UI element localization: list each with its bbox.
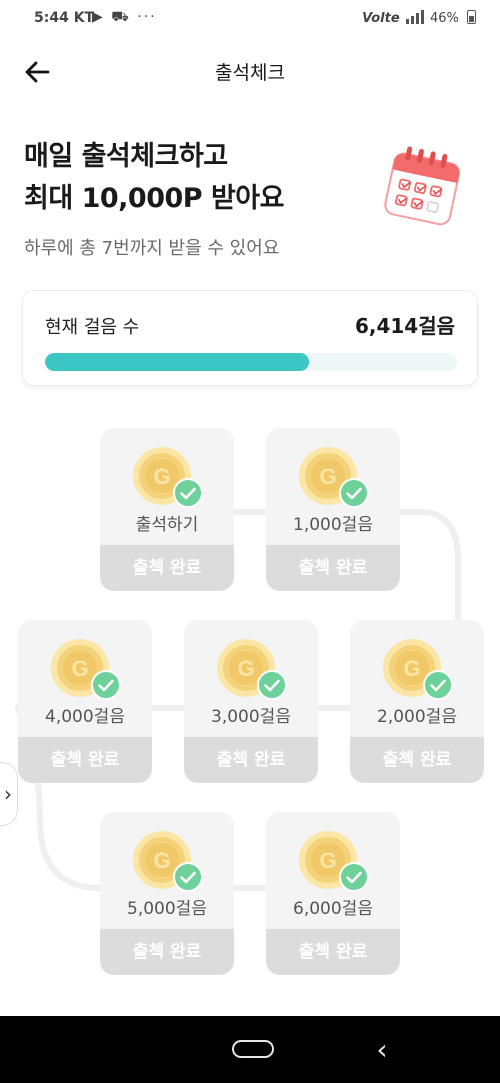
calendar-icon xyxy=(384,146,461,226)
attendance-node: G 6,000걸음 출첵 완료 xyxy=(266,812,400,975)
status-bar: 5:44 KT ▶ ⛟ ··· Volte 46% xyxy=(0,0,500,38)
side-tab-button[interactable]: › xyxy=(0,762,18,826)
node-label: 3,000걸음 xyxy=(211,707,291,727)
chevron-right-icon: › xyxy=(4,782,12,806)
svg-text:G: G xyxy=(71,656,88,681)
node-label: 출석하기 xyxy=(135,515,199,535)
attendance-node: G 5,000걸음 출첵 완료 xyxy=(100,812,234,975)
attendance-node: G 출석하기 출첵 완료 xyxy=(100,428,234,591)
page-title: 출석체크 xyxy=(215,62,285,84)
status-notification-icons: ▶ ⛟ ··· xyxy=(92,9,157,25)
steps-label: 현재 걸음 수 xyxy=(45,317,140,338)
volte-icon: Volte xyxy=(362,11,400,26)
hero-title-line2: 최대 10,000P 받아요 xyxy=(24,183,284,214)
attendance-node: G 2,000걸음 출첵 완료 xyxy=(350,620,484,783)
claim-button[interactable]: 출첵 완료 xyxy=(100,929,234,975)
attendance-node: G 1,000걸음 출첵 완료 xyxy=(266,428,400,591)
claim-button[interactable]: 출첵 완료 xyxy=(100,545,234,591)
chevron-left-icon[interactable]: ‹ xyxy=(368,1030,396,1070)
node-label: 4,000걸음 xyxy=(45,707,125,727)
steps-progress-bar xyxy=(45,353,457,371)
attendance-node: G 3,000걸음 출첵 완료 xyxy=(184,620,318,783)
hero-title: 매일 출석체크하고 최대 10,000P 받아요 xyxy=(24,136,284,220)
steps-progress-fill xyxy=(45,353,309,371)
node-label: 6,000걸음 xyxy=(293,899,373,919)
check-icon xyxy=(339,862,369,892)
hero-subtitle: 하루에 총 7번까지 받을 수 있어요 xyxy=(24,238,280,259)
claim-button[interactable]: 출첵 완료 xyxy=(350,737,484,783)
steps-card: 현재 걸음 수 6,414걸음 xyxy=(22,290,478,386)
signal-icon xyxy=(405,10,424,24)
claim-button[interactable]: 출첵 완료 xyxy=(184,737,318,783)
check-icon xyxy=(173,478,203,508)
node-label: 1,000걸음 xyxy=(293,515,373,535)
svg-text:G: G xyxy=(153,464,170,489)
system-nav-bar: ‹ xyxy=(0,1016,500,1083)
status-time: 5:44 KT xyxy=(34,10,95,26)
svg-text:G: G xyxy=(319,848,336,873)
node-label: 5,000걸음 xyxy=(127,899,207,919)
claim-button[interactable]: 출첵 완료 xyxy=(18,737,152,783)
battery-icon xyxy=(467,10,476,24)
home-pill-icon[interactable] xyxy=(232,1040,274,1058)
svg-text:G: G xyxy=(319,464,336,489)
svg-text:G: G xyxy=(403,656,420,681)
app-header: 출석체크 xyxy=(0,44,500,100)
claim-button[interactable]: 출첵 완료 xyxy=(266,929,400,975)
check-icon xyxy=(339,478,369,508)
steps-value: 6,414걸음 xyxy=(354,314,455,338)
check-icon xyxy=(91,670,121,700)
claim-button[interactable]: 출첵 완료 xyxy=(266,545,400,591)
check-icon xyxy=(257,670,287,700)
attendance-node: G 4,000걸음 출첵 완료 xyxy=(18,620,152,783)
check-icon xyxy=(423,670,453,700)
svg-text:G: G xyxy=(237,656,254,681)
status-right: Volte 46% xyxy=(362,10,476,26)
node-label: 2,000걸음 xyxy=(377,707,457,727)
svg-text:G: G xyxy=(153,848,170,873)
hero-title-line1: 매일 출석체크하고 xyxy=(24,141,228,172)
battery-percent: 46% xyxy=(429,11,459,26)
check-icon xyxy=(173,862,203,892)
